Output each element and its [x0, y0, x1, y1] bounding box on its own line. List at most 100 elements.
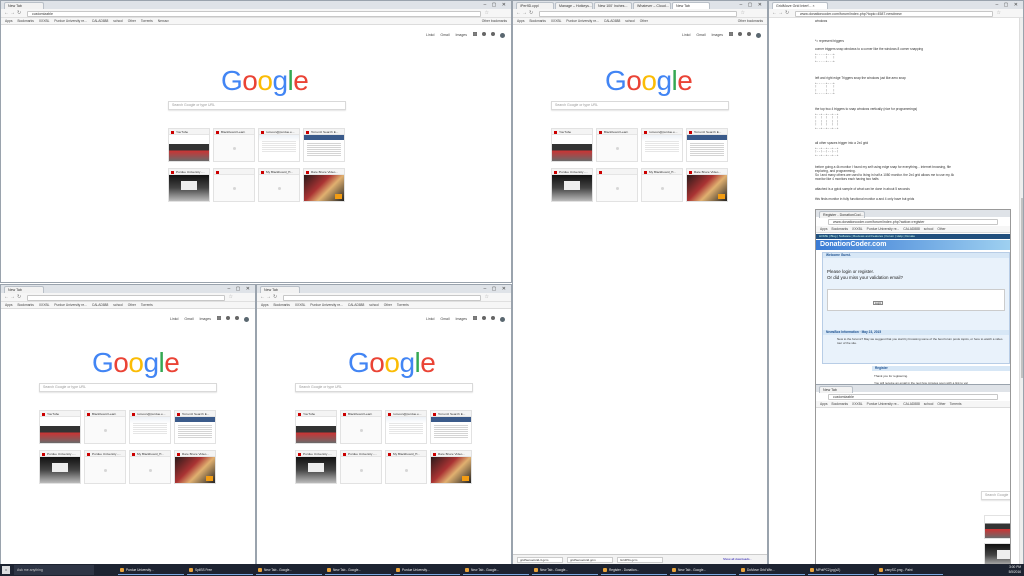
reload-icon[interactable]: ↻ — [529, 10, 533, 17]
bookmark-item[interactable]: Apps — [517, 19, 525, 23]
most-visited-tile[interactable]: Rare Bruce Video... — [686, 168, 728, 202]
most-visited-tile[interactable]: My Blackboard_H... — [385, 450, 427, 484]
most-visited-tile[interactable]: YouTube — [39, 410, 81, 444]
most-visited-tile[interactable]: My Blackboard_H... — [129, 450, 171, 484]
avatar[interactable] — [500, 32, 505, 38]
header-link[interactable]: Gmail — [184, 317, 193, 321]
search-input[interactable]: Search Google or type URL — [295, 383, 473, 392]
most-visited-tile[interactable]: Purdue University -... — [39, 450, 81, 484]
star-icon[interactable]: ☆ — [741, 10, 745, 17]
taskbar-app-button[interactable]: New Tab - Google... — [325, 565, 391, 575]
bookmark-item[interactable]: Purdue University re... — [310, 303, 343, 307]
most-visited-tile[interactable]: rumoun@purdue.e... — [641, 128, 683, 162]
browser-tab[interactable]: Manage – Hotkeys... — [555, 2, 593, 9]
bookmark-item[interactable]: Other — [128, 303, 136, 307]
avatar[interactable] — [500, 316, 505, 322]
notifications-icon[interactable] — [738, 32, 742, 36]
taskbar-app-button[interactable]: MPotPC2.jpg(c2) — [808, 565, 874, 575]
header-link[interactable]: Images — [200, 317, 211, 321]
header-link[interactable]: Images — [456, 317, 467, 321]
forward-icon[interactable]: → — [522, 10, 527, 17]
header-link[interactable]: Linkd — [170, 317, 178, 321]
taskbar-app-button[interactable]: New Tab - Google... — [532, 565, 598, 575]
back-icon[interactable]: ← — [516, 10, 521, 17]
header-link[interactable]: Linkd — [682, 33, 690, 37]
taskbar-app-button[interactable]: New Tab - Google... — [256, 565, 322, 575]
notifications-icon[interactable] — [482, 316, 486, 320]
most-visited-tile[interactable]: rumoun@purdue.e... — [258, 128, 300, 162]
address-bar[interactable] — [283, 294, 481, 301]
browser-tab[interactable]: New Tab — [4, 2, 44, 9]
most-visited-tile[interactable]: Purdue University -... — [168, 168, 210, 202]
reload-icon[interactable]: ↻ — [785, 10, 789, 17]
bookmark-item[interactable]: school — [113, 19, 123, 23]
header-link[interactable]: Images — [712, 33, 723, 37]
bookmark-item[interactable]: Bookmarks — [529, 19, 546, 23]
avatar[interactable] — [244, 316, 249, 322]
reload-icon[interactable]: ↻ — [273, 294, 277, 301]
apps-grid-icon[interactable] — [473, 316, 477, 320]
bookmark-item[interactable]: Purdue University re... — [54, 19, 87, 23]
search-input[interactable]: Search Google or type URL — [551, 101, 729, 110]
share-icon[interactable] — [491, 316, 495, 320]
forward-icon[interactable]: → — [266, 294, 271, 301]
address-bar[interactable] — [27, 294, 225, 301]
bookmark-item[interactable]: school — [625, 19, 635, 23]
notifications-icon[interactable] — [482, 32, 486, 36]
bookmark-item[interactable]: Torrents — [141, 303, 153, 307]
show-all-downloads-link[interactable]: Show all downloads... — [721, 557, 763, 563]
taskbar-app-button[interactable]: New Tab - Google... — [670, 565, 736, 575]
address-bar[interactable]: customizable — [27, 10, 481, 17]
bookmark-item[interactable]: Apps — [261, 303, 269, 307]
forward-icon[interactable]: → — [778, 10, 783, 17]
bookmark-item[interactable]: school — [113, 303, 123, 307]
bookmark-item[interactable]: Other — [128, 19, 136, 23]
bookmark-item[interactable]: Torrents — [141, 19, 153, 23]
header-link[interactable]: Gmail — [440, 33, 449, 37]
other-bookmarks[interactable]: Other bookmarks — [738, 18, 763, 24]
header-link[interactable]: Gmail — [440, 317, 449, 321]
most-visited-tile[interactable]: Purdue University -... — [295, 450, 337, 484]
apps-grid-icon[interactable] — [729, 32, 733, 36]
apps-grid-icon[interactable] — [473, 32, 477, 36]
header-link[interactable]: Images — [456, 33, 467, 37]
browser-tab[interactable]: \PerfID.cpp\ — [516, 2, 554, 9]
download-item[interactable]: gridSenseGrid-3.gcm — [517, 557, 563, 563]
most-visited-tile[interactable]: My Blackboard_H... — [641, 168, 683, 202]
taskbar-app-button[interactable]: zanySC.png - Paint — [877, 565, 943, 575]
bookmark-item[interactable]: Apps — [5, 19, 13, 23]
bookmark-item[interactable]: school — [369, 303, 379, 307]
most-visited-tile[interactable]: Purdue University -... — [84, 450, 126, 484]
back-icon[interactable]: ← — [260, 294, 265, 301]
taskbar-app-button[interactable]: Purdue University... — [394, 565, 460, 575]
star-icon[interactable]: ☆ — [997, 10, 1001, 17]
back-icon[interactable]: ← — [4, 10, 9, 17]
star-icon[interactable]: ☆ — [485, 294, 489, 301]
forward-icon[interactable]: → — [10, 294, 15, 301]
taskbar-search[interactable]: Ask me anything — [14, 565, 94, 575]
browser-tab[interactable]: Whatever – Cloud... — [633, 2, 671, 9]
taskbar-app-button[interactable]: Register - Donation... — [601, 565, 667, 575]
most-visited-tile[interactable]: YouTube — [551, 128, 593, 162]
star-icon[interactable]: ☆ — [485, 10, 489, 17]
share-icon[interactable] — [747, 32, 751, 36]
bookmark-item[interactable]: Apps — [5, 303, 13, 307]
avatar[interactable] — [756, 32, 761, 38]
download-item[interactable]: GridPIG.gcm — [617, 557, 663, 563]
bookmark-item[interactable]: CALAD888 — [604, 19, 621, 23]
browser-tab[interactable]: New Tab — [4, 286, 44, 293]
most-visited-tile[interactable]: Blackboard Learn — [596, 128, 638, 162]
scrollbar[interactable] — [1019, 18, 1023, 564]
most-visited-tile[interactable] — [213, 168, 255, 202]
window-controls[interactable]: – ▢ ✕ — [483, 1, 511, 9]
most-visited-tile[interactable]: rumoun@purdue.e... — [385, 410, 427, 444]
start-icon[interactable] — [2, 566, 10, 574]
address-bar[interactable]: www.donationcoder.com/forum/index.php?to… — [795, 10, 993, 17]
taskbar-app-button[interactable]: DoMove Grid Win... — [739, 565, 805, 575]
back-icon[interactable]: ← — [4, 294, 9, 301]
most-visited-tile[interactable] — [596, 168, 638, 202]
bookmark-item[interactable]: Purdue University re... — [566, 19, 599, 23]
back-icon[interactable]: ← — [772, 10, 777, 17]
most-visited-tile[interactable]: Purdue University -... — [340, 450, 382, 484]
bookmark-item[interactable]: Bookmarks — [17, 303, 34, 307]
